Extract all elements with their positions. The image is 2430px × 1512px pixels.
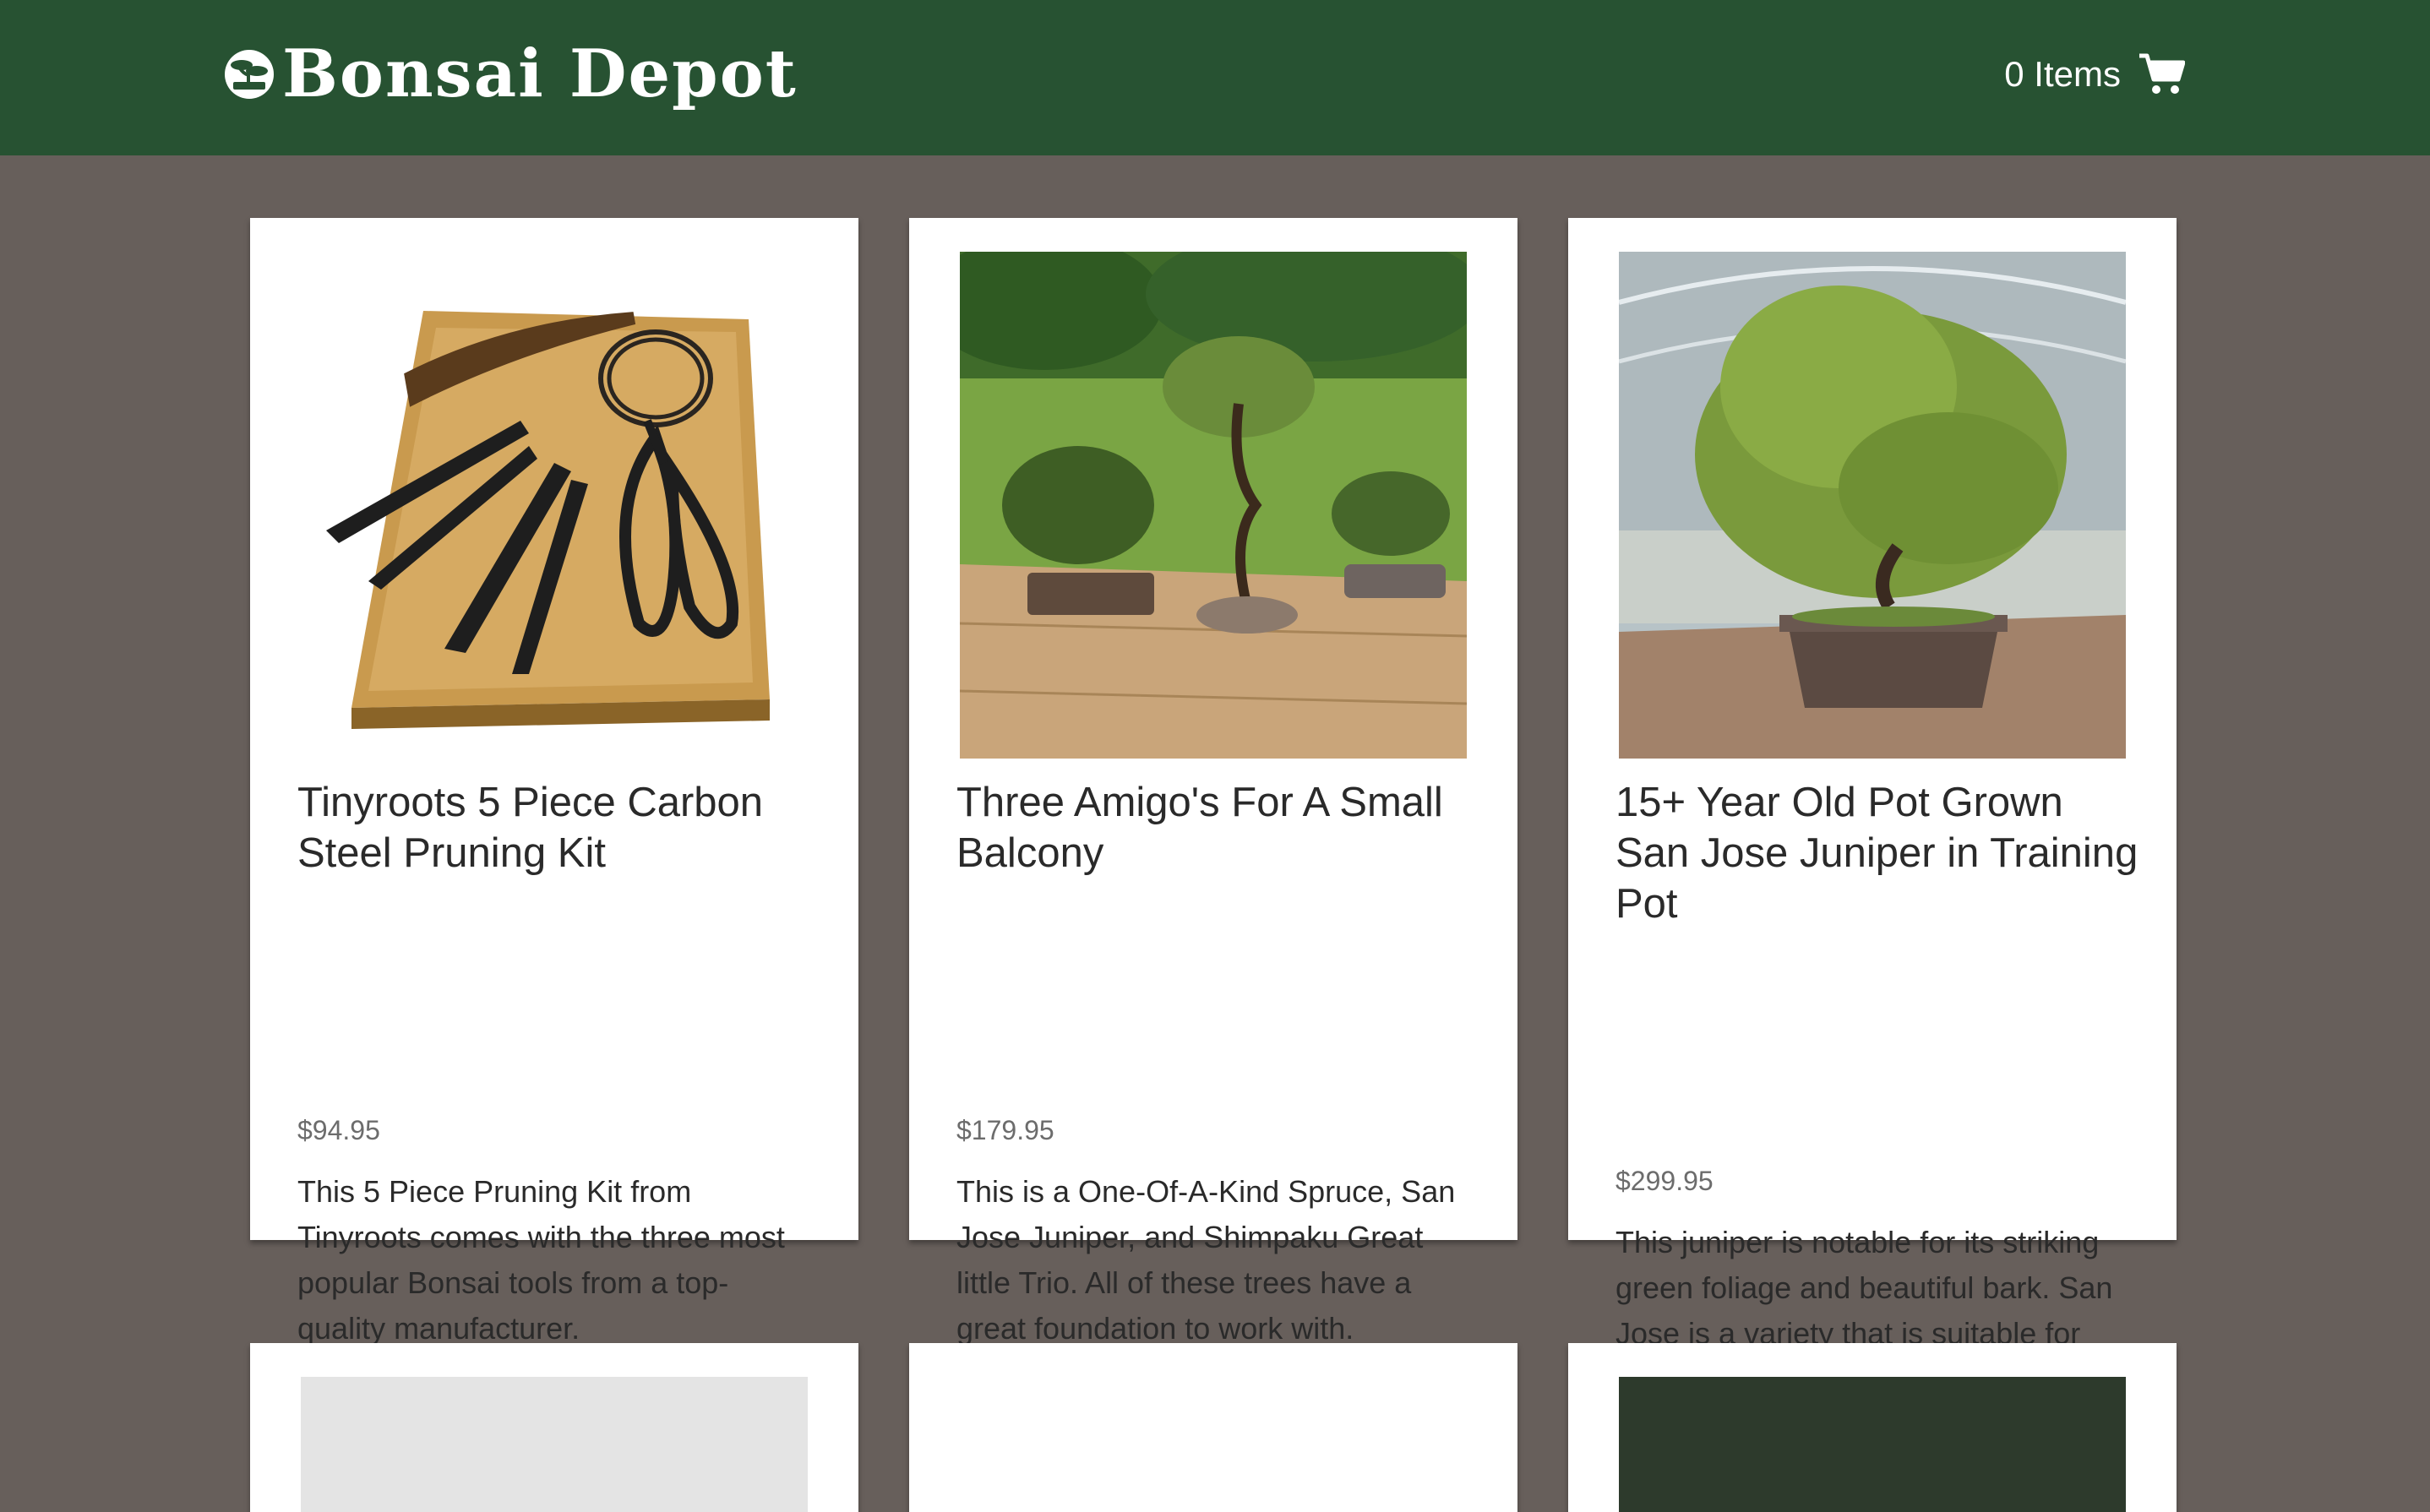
product-card[interactable] [909, 1343, 1517, 1512]
juniper-bonsai-image [1619, 252, 2126, 759]
bonsai-logo-icon [225, 50, 274, 99]
product-card[interactable]: Three Amigo's For A Small Balcony $179.9… [909, 218, 1517, 1346]
product-price: $94.95 [297, 1115, 380, 1145]
product-image-placeholder[interactable] [1619, 1377, 2126, 1512]
product-card[interactable] [250, 1343, 858, 1512]
brand-name: Bonsai Depot [282, 35, 798, 112]
product-description: This is a One-Of-A-Kind Spruce, San Jose… [956, 1174, 1456, 1346]
cart-count: 0 Items [2004, 54, 2121, 94]
cart-button[interactable]: 0 Items [2004, 44, 2185, 105]
three-bonsai-image [960, 252, 1467, 759]
product-image-three-bonsai[interactable] [960, 252, 1467, 759]
product-title[interactable]: Three Amigo's For A Small Balcony [956, 777, 1480, 878]
product-title[interactable]: Tinyroots 5 Piece Carbon Steel Pruning K… [297, 777, 821, 878]
product-price: $179.95 [956, 1115, 1054, 1145]
site-header: Bonsai Depot 0 Items [0, 0, 2430, 155]
product-image-pruning-kit[interactable] [301, 252, 808, 759]
pruning-kit-image [326, 311, 770, 729]
product-title[interactable]: 15+ Year Old Pot Grown San Jose Juniper … [1615, 777, 2139, 929]
shopping-cart-icon [2139, 53, 2185, 94]
product-card[interactable]: 15+ Year Old Pot Grown San Jose Juniper … [1568, 218, 2177, 1442]
product-image-juniper[interactable] [1619, 252, 2126, 759]
product-image-placeholder[interactable] [301, 1377, 808, 1512]
brand-logo-link[interactable]: Bonsai Depot [223, 32, 798, 117]
product-price: $299.95 [1615, 1166, 1714, 1196]
product-card[interactable] [1568, 1343, 2177, 1512]
product-description: This 5 Piece Pruning Kit from Tinyroots … [297, 1174, 785, 1346]
product-card[interactable]: Tinyroots 5 Piece Carbon Steel Pruning K… [250, 218, 858, 1346]
